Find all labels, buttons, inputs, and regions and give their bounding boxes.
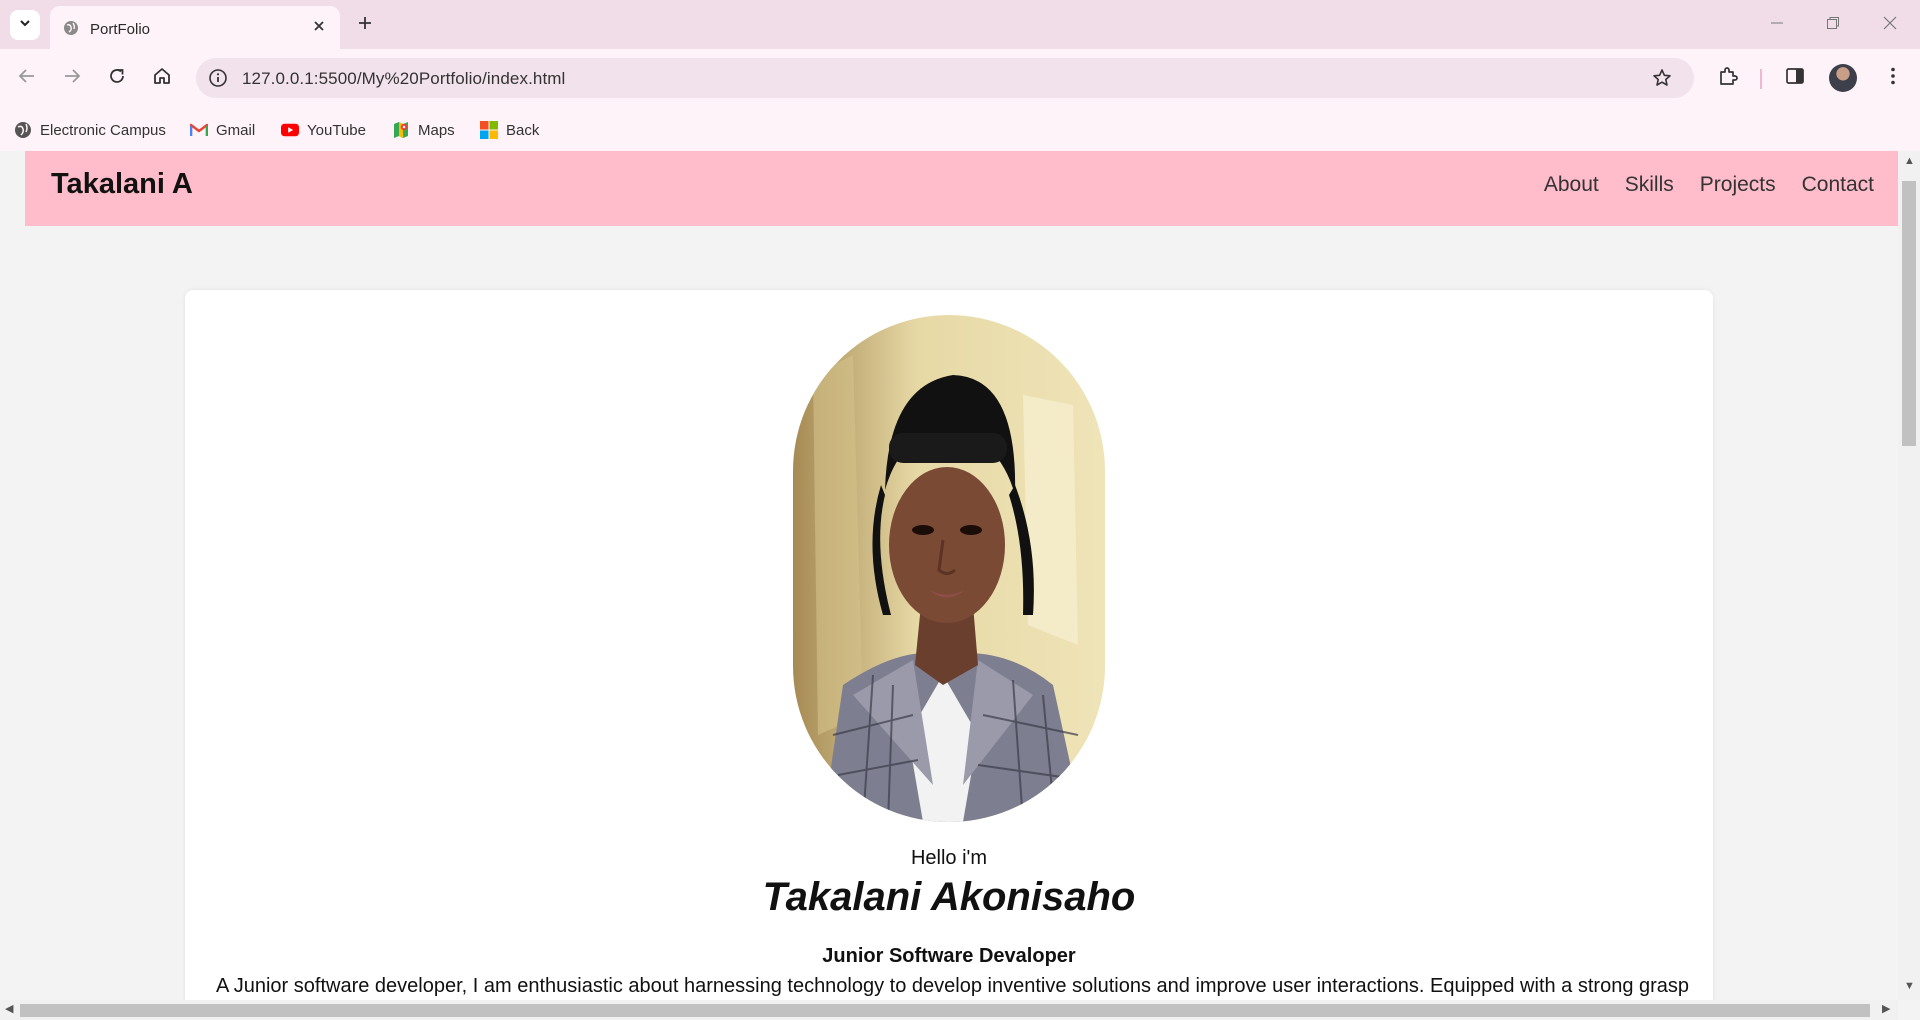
tab-search-button[interactable] xyxy=(10,10,40,40)
bookmark-label: YouTube xyxy=(307,121,366,139)
back-button[interactable] xyxy=(11,62,43,94)
active-tab[interactable]: PortFolio xyxy=(50,6,340,49)
gmail-icon xyxy=(190,121,208,139)
scroll-right-icon[interactable]: ▶ xyxy=(1882,1004,1890,1015)
puzzle-icon xyxy=(1717,65,1739,92)
minimize-icon xyxy=(1770,16,1784,35)
bookmark-label: Electronic Campus xyxy=(40,121,166,139)
more-vertical-icon xyxy=(1890,66,1896,91)
side-panel-button[interactable] xyxy=(1780,63,1810,93)
address-bar[interactable]: 127.0.0.1:5500/My%20Portfolio/index.html xyxy=(196,58,1694,98)
tab-title: PortFolio xyxy=(90,21,151,38)
plus-icon xyxy=(357,15,373,36)
close-icon xyxy=(313,19,325,37)
side-panel-icon xyxy=(1785,66,1805,91)
site-info-icon[interactable] xyxy=(206,66,230,90)
arrow-left-icon xyxy=(18,67,36,90)
profile-avatar[interactable] xyxy=(1829,64,1857,92)
home-icon xyxy=(152,66,172,91)
maps-icon xyxy=(392,121,410,139)
url-text[interactable]: 127.0.0.1:5500/My%20Portfolio/index.html xyxy=(242,69,565,89)
hero-role: Junior Software Devaloper xyxy=(822,945,1076,967)
nav-link-contact[interactable]: Contact xyxy=(1802,173,1874,197)
nav-link-skills[interactable]: Skills xyxy=(1625,173,1674,197)
close-tab-button[interactable] xyxy=(308,17,330,39)
bookmark-youtube[interactable]: YouTube xyxy=(281,119,366,141)
bookmark-gmail[interactable]: Gmail xyxy=(190,119,255,141)
close-window-button[interactable] xyxy=(1870,10,1910,40)
forward-button[interactable] xyxy=(56,62,88,94)
restore-button[interactable] xyxy=(1813,10,1853,40)
arrow-right-icon xyxy=(63,67,81,90)
nav-link-about[interactable]: About xyxy=(1544,173,1599,197)
chevron-down-icon xyxy=(18,16,32,35)
menu-button[interactable] xyxy=(1878,63,1908,93)
bookmark-back[interactable]: Back xyxy=(480,119,539,141)
bookmarks-bar: Electronic Campus Gmail YouTube Maps Bac… xyxy=(0,108,1920,152)
bookmark-label: Gmail xyxy=(216,121,256,139)
reload-button[interactable] xyxy=(101,62,133,94)
nav-link-projects[interactable]: Projects xyxy=(1700,173,1776,197)
browser-toolbar: 127.0.0.1:5500/My%20Portfolio/index.html xyxy=(0,49,1920,108)
page-viewport: Takalani A About Skills Projects Contact xyxy=(0,151,1898,1000)
restore-icon xyxy=(1826,16,1840,35)
close-icon xyxy=(1883,16,1897,35)
scroll-left-icon[interactable]: ◀ xyxy=(5,1004,13,1015)
hero-bio: A Junior software developer, I am enthus… xyxy=(215,975,1690,997)
microsoft-icon xyxy=(480,121,498,139)
vertical-scroll-thumb[interactable] xyxy=(1902,181,1916,446)
bookmark-label: Back xyxy=(506,121,540,139)
bookmark-label: Maps xyxy=(418,121,455,139)
tab-strip: PortFolio xyxy=(0,0,1920,49)
bookmark-star-icon[interactable] xyxy=(1650,66,1674,90)
toolbar-divider xyxy=(1760,69,1762,89)
bookmark-maps[interactable]: Maps xyxy=(392,119,455,141)
scroll-down-icon[interactable]: ▼ xyxy=(1904,981,1915,992)
extensions-button[interactable] xyxy=(1713,63,1743,93)
new-tab-button[interactable] xyxy=(352,12,378,38)
hero-card: Hello i'm Takalani Akonisaho Junior Soft… xyxy=(185,290,1713,1000)
globe-icon xyxy=(63,20,79,36)
home-button[interactable] xyxy=(146,62,178,94)
youtube-icon xyxy=(281,121,299,139)
minimize-button[interactable] xyxy=(1757,10,1797,40)
profile-photo xyxy=(793,315,1105,822)
hero-name: Takalani Akonisaho xyxy=(762,875,1136,919)
horizontal-scrollbar[interactable]: ◀ ▶ xyxy=(0,1000,1898,1020)
scroll-up-icon[interactable]: ▲ xyxy=(1904,156,1915,167)
vertical-scrollbar[interactable]: ▲ ▼ xyxy=(1898,151,1920,1000)
site-logo[interactable]: Takalani A xyxy=(51,168,193,201)
globe-icon xyxy=(14,121,32,139)
site-header: Takalani A About Skills Projects Contact xyxy=(25,151,1898,226)
hero-greeting: Hello i'm xyxy=(910,847,988,869)
horizontal-scroll-thumb[interactable] xyxy=(20,1004,1870,1017)
reload-icon xyxy=(108,67,126,90)
bookmark-electronic-campus[interactable]: Electronic Campus xyxy=(14,119,166,141)
site-nav: About Skills Projects Contact xyxy=(1544,173,1874,197)
